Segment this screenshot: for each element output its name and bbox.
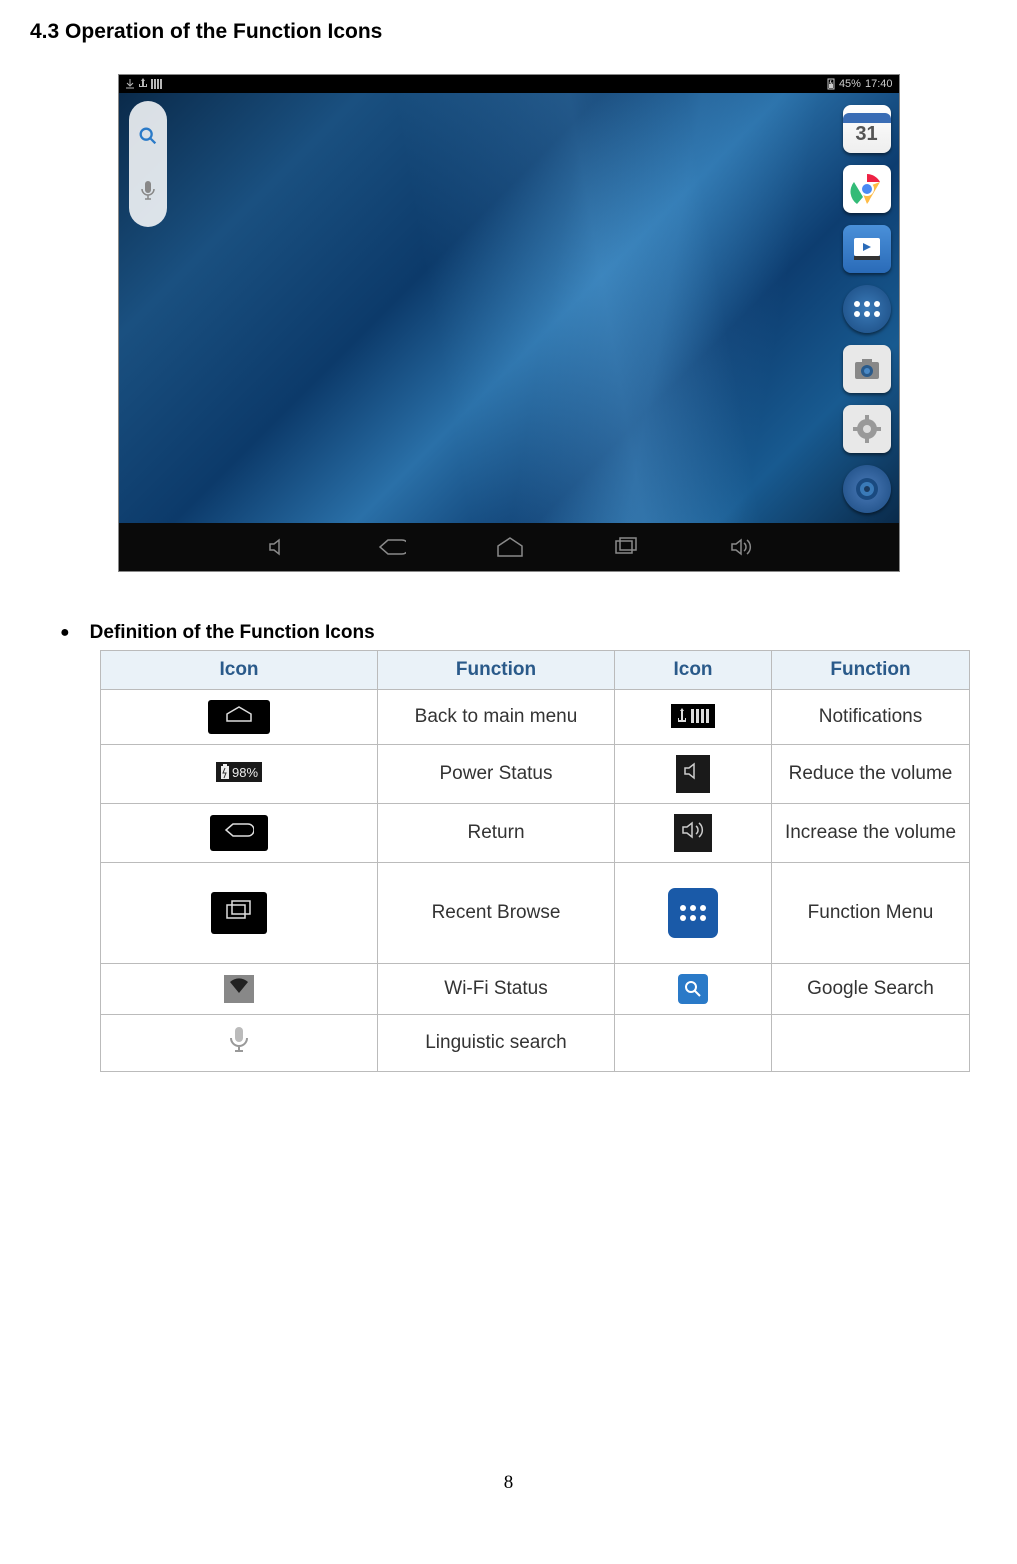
table-row: 98% Power Status Reduce the volume <box>101 745 970 804</box>
recent-nav-icon[interactable] <box>614 537 638 557</box>
wallpaper: 31 <box>119 93 899 523</box>
sub-heading: Definition of the Function Icons <box>60 622 987 644</box>
home-icon <box>208 700 270 734</box>
android-status-bar: 45% 17:40 <box>119 75 899 93</box>
search-icon <box>137 125 159 147</box>
col-func1: Function <box>378 651 615 690</box>
camera-app-icon[interactable] <box>843 345 891 393</box>
func-cell: Recent Browse <box>378 863 615 964</box>
return-icon <box>210 815 268 851</box>
section-title: 4.3 Operation of the Function Icons <box>30 20 987 44</box>
col-icon1: Icon <box>101 651 378 690</box>
dock: 31 <box>843 105 891 513</box>
func-cell: Notifications <box>772 690 970 745</box>
table-row: Recent Browse Function Menu <box>101 863 970 964</box>
func-cell: Increase the volume <box>772 804 970 863</box>
video-app-icon[interactable] <box>843 225 891 273</box>
calendar-app-icon[interactable]: 31 <box>843 105 891 153</box>
func-cell: Back to main menu <box>378 690 615 745</box>
function-menu-icon <box>665 885 721 941</box>
table-row: Wi-Fi Status Google Search <box>101 964 970 1015</box>
volume-up-icon <box>674 814 712 852</box>
power-status-icon: 98% <box>216 762 262 782</box>
table-row: Linguistic search <box>101 1015 970 1072</box>
table-header-row: Icon Function Icon Function <box>101 651 970 690</box>
status-time: 17:40 <box>865 78 893 90</box>
func-cell: Function Menu <box>772 863 970 964</box>
volume-down-icon <box>676 755 710 793</box>
func-cell <box>772 1015 970 1072</box>
func-cell: Google Search <box>772 964 970 1015</box>
chrome-app-icon[interactable] <box>843 165 891 213</box>
status-battery-percent: 45% <box>839 78 861 90</box>
page-number: 8 <box>30 1472 987 1494</box>
battery-charging-icon <box>827 78 835 90</box>
empty-cell <box>615 1015 772 1072</box>
linguistic-search-icon <box>228 1025 250 1061</box>
col-icon2: Icon <box>615 651 772 690</box>
android-nav-bar <box>119 523 899 571</box>
wifi-icon <box>224 975 254 1003</box>
col-func2: Function <box>772 651 970 690</box>
func-cell: Return <box>378 804 615 863</box>
table-row: Return Increase the volume <box>101 804 970 863</box>
volume-up-nav-icon[interactable] <box>728 536 752 558</box>
search-widget[interactable] <box>129 101 167 227</box>
func-cell: Reduce the volume <box>772 745 970 804</box>
download-icon <box>125 79 135 89</box>
volume-down-nav-icon[interactable] <box>266 536 288 558</box>
bars-icon <box>151 79 163 89</box>
settings-app-icon[interactable] <box>843 405 891 453</box>
notifications-icon <box>671 704 715 728</box>
func-cell: Power Status <box>378 745 615 804</box>
func-cell: Linguistic search <box>378 1015 615 1072</box>
recent-browse-icon <box>211 892 267 934</box>
func-cell: Wi-Fi Status <box>378 964 615 1015</box>
home-nav-icon[interactable] <box>496 536 524 558</box>
table-row: Back to main menu Notifications <box>101 690 970 745</box>
back-nav-icon[interactable] <box>378 536 406 558</box>
speaker-app-icon[interactable] <box>843 465 891 513</box>
icon-definition-table: Icon Function Icon Function Back to main… <box>100 650 970 1072</box>
screenshot-figure: 45% 17:40 31 <box>30 74 987 572</box>
apps-drawer-icon[interactable] <box>843 285 891 333</box>
usb-icon <box>139 78 147 90</box>
google-search-icon <box>678 974 708 1004</box>
mic-icon <box>139 179 157 203</box>
